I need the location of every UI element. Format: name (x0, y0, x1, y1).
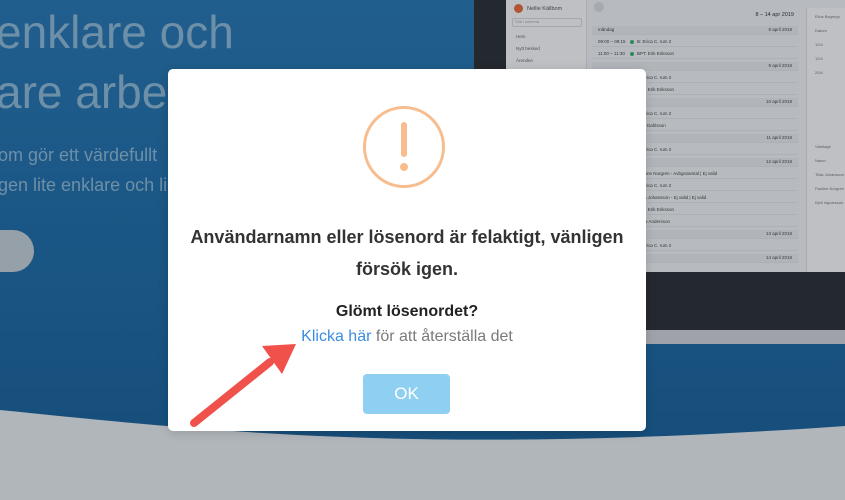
warning-icon (363, 106, 445, 188)
reset-password-line: Klicka här för att återställa det (168, 328, 646, 346)
forgot-password-title: Glömt lösenordet? (335, 303, 479, 320)
error-message: Användarnamn eller lösenord är felaktigt… (190, 227, 624, 279)
reset-password-link[interactable]: Klicka här (301, 328, 371, 345)
error-dialog: Användarnamn eller lösenord är felaktigt… (168, 69, 646, 431)
ok-button[interactable]: OK (363, 374, 450, 414)
reset-password-text: för att återställa det (371, 328, 513, 345)
